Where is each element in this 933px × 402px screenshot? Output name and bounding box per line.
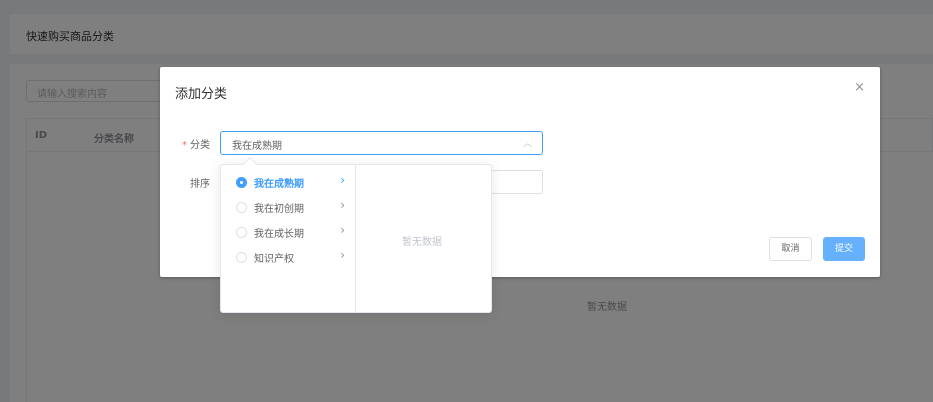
cascader-option-growth[interactable]: 我在成长期 › <box>221 220 355 244</box>
dialog-title: 添加分类 <box>175 87 228 102</box>
submit-button[interactable]: 提交 <box>823 237 865 261</box>
category-select[interactable]: 我在成熟期 ︿ <box>220 131 543 155</box>
chevron-up-icon: ︿ <box>522 139 532 149</box>
chevron-right-icon: › <box>340 248 345 262</box>
option-label: 我在成熟期 <box>254 179 304 190</box>
sort-input[interactable] <box>491 170 543 194</box>
chevron-right-icon: › <box>340 223 345 237</box>
cascader-menu-level-1: 我在成熟期 › 我在初创期 › 我在成长期 › 知识产权 › <box>221 165 356 312</box>
close-icon[interactable]: × <box>854 81 865 95</box>
option-label: 知识产权 <box>254 254 294 265</box>
radio-icon[interactable] <box>236 252 247 263</box>
radio-icon[interactable] <box>236 202 247 213</box>
cascader-option-startup[interactable]: 我在初创期 › <box>221 195 355 219</box>
chevron-right-icon: › <box>340 173 345 187</box>
submenu-empty-text: 暂无数据 <box>402 237 442 248</box>
sort-field-label: 排序 <box>190 179 210 190</box>
cascader-option-mature[interactable]: 我在成熟期 › <box>221 170 355 194</box>
category-label-text: 分类 <box>190 140 210 151</box>
option-label: 我在初创期 <box>254 204 304 215</box>
cascader-option-ip[interactable]: 知识产权 › <box>221 245 355 269</box>
category-select-value: 我在成熟期 <box>232 141 282 152</box>
chevron-right-icon: › <box>340 198 345 212</box>
cancel-button[interactable]: 取消 <box>769 237 812 261</box>
radio-checked-icon[interactable] <box>236 177 247 188</box>
option-label: 我在成长期 <box>254 229 304 240</box>
radio-icon[interactable] <box>236 227 247 238</box>
category-field-label: * 分类 <box>182 136 210 151</box>
category-cascader-dropdown: 我在成熟期 › 我在初创期 › 我在成长期 › 知识产权 › 暂无数据 <box>220 156 492 313</box>
required-mark: * <box>182 140 187 151</box>
